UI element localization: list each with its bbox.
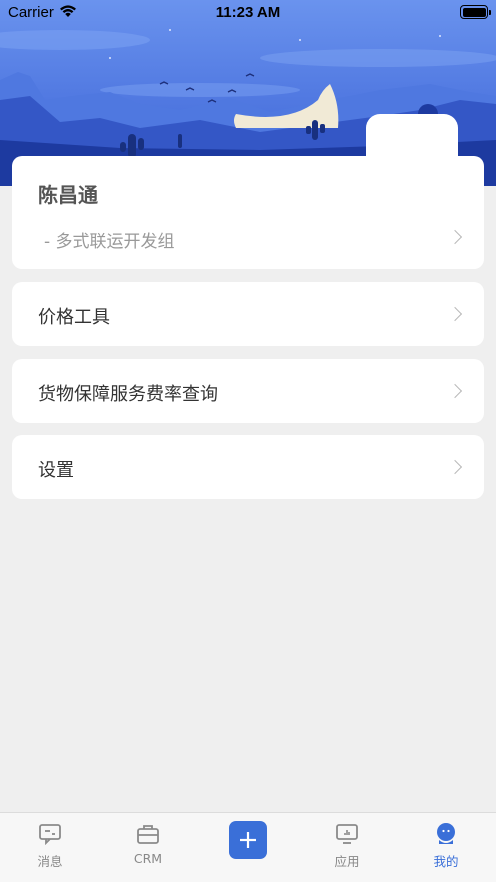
avatar[interactable] <box>366 114 458 162</box>
chevron-right-icon <box>447 306 463 322</box>
tab-apps[interactable]: 应用 <box>307 819 387 870</box>
menu-item-label: 货物保障服务费率查询 <box>38 384 218 405</box>
profile-card[interactable]: 陈昌通 - 多式联运开发组 <box>12 156 484 269</box>
tab-mine[interactable]: 我的 <box>406 819 486 870</box>
tab-label: 消息 <box>37 854 63 869</box>
message-icon <box>39 824 61 845</box>
briefcase-icon <box>137 825 159 844</box>
chevron-right-icon <box>447 383 463 399</box>
menu-item-label: 设置 <box>38 460 74 481</box>
tab-crm[interactable]: CRM <box>108 819 188 866</box>
user-department: - 多式联运开发组 <box>44 232 175 252</box>
chevron-right-icon <box>447 229 463 245</box>
menu-item-settings[interactable]: 设置 <box>12 435 484 499</box>
menu-item-label: 价格工具 <box>38 307 110 328</box>
monitor-icon <box>336 824 358 844</box>
clock: 11:23 AM <box>215 4 281 21</box>
tab-label: CRM <box>133 851 163 866</box>
menu-item-cargo-insurance-rate[interactable]: 货物保障服务费率查询 <box>12 359 484 423</box>
menu-item-price-tool[interactable]: 价格工具 <box>12 282 484 346</box>
tab-label: 我的 <box>433 854 459 869</box>
status-bar: Carrier 11:23 AM <box>0 0 496 26</box>
user-name: 陈昌通 <box>38 183 98 207</box>
tab-messages[interactable]: 消息 <box>10 819 90 870</box>
person-icon <box>437 823 455 844</box>
bottom-tab-bar: 消息 CRM 应用 我的 <box>0 812 496 882</box>
add-button[interactable] <box>229 821 267 859</box>
plus-icon <box>240 832 256 848</box>
battery-icon <box>460 5 491 19</box>
tab-label: 应用 <box>334 854 360 869</box>
chevron-right-icon <box>447 459 463 475</box>
